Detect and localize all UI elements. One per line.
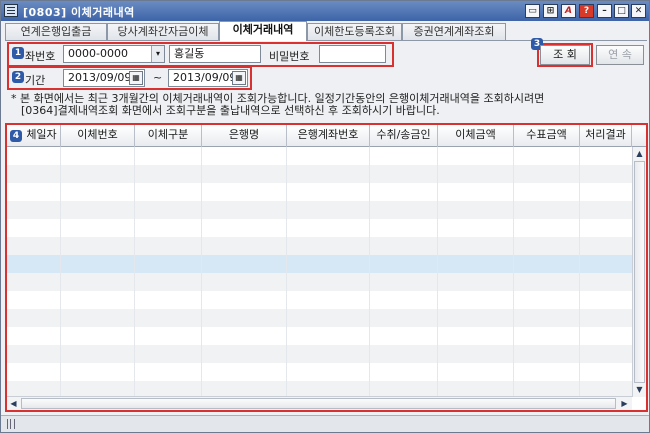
column-divider	[579, 147, 580, 398]
account-holder-field: 홍길동	[169, 45, 261, 63]
table-row[interactable]	[7, 327, 632, 363]
table-row[interactable]	[7, 255, 632, 291]
marker-4: 4	[10, 130, 22, 142]
tab-transfer-limit[interactable]: 이체한도등록조회	[307, 23, 402, 41]
date-to-field[interactable]: 2013/09/09 ▦	[168, 69, 248, 87]
scroll-left-icon[interactable]: ◀	[7, 397, 20, 410]
column-divider	[286, 147, 287, 398]
column-header[interactable]: 체일자	[23, 125, 61, 147]
account-value: 0000-0000	[68, 47, 128, 60]
tab-transfer-history[interactable]: 이체거래내역	[219, 21, 307, 41]
calendar-icon[interactable]: ▦	[129, 71, 143, 85]
table-row[interactable]	[7, 291, 632, 327]
column-divider	[437, 147, 438, 398]
column-divider	[134, 147, 135, 398]
marker-1: 1	[12, 47, 24, 59]
search-button[interactable]: 조 회	[540, 45, 590, 65]
column-divider	[60, 147, 61, 398]
column-header[interactable]: 이체구분	[135, 125, 202, 147]
column-header[interactable]: 수표금액	[514, 125, 580, 147]
horizontal-scrollbar[interactable]: ◀ ▶	[7, 396, 632, 410]
scroll-right-icon[interactable]: ▶	[618, 397, 631, 410]
table-row[interactable]	[7, 183, 632, 219]
column-header[interactable]: 은행명	[202, 125, 287, 147]
date-from-value: 2013/09/09	[68, 71, 132, 84]
table-row[interactable]	[7, 219, 632, 255]
marker-2: 2	[12, 71, 24, 83]
status-bar	[1, 415, 649, 432]
vertical-scrollbar[interactable]: ▲ ▼	[632, 147, 646, 397]
date-from-field[interactable]: 2013/09/09 ▦	[63, 69, 145, 87]
date-separator: ~	[153, 71, 163, 84]
app-window: [0803] 이체거래내역 ▭ ⊞ A ? – □ ✕ 연계은행입출금 당사계좌…	[0, 0, 650, 433]
column-header[interactable]: 처리결과	[580, 125, 632, 147]
password-label: 비밀번호	[269, 50, 310, 63]
table-row[interactable]	[7, 147, 632, 183]
notice-line-2: [0364]결제내역조회 화면에서 조회구분을 출납내역으로 선택하신 후 조회…	[21, 104, 440, 117]
horizontal-scroll-thumb[interactable]	[21, 398, 616, 409]
tab-account-transfer[interactable]: 당사계좌간자금이체	[107, 23, 219, 41]
help-icon[interactable]: ?	[579, 4, 594, 18]
minimize-icon[interactable]: –	[597, 4, 612, 18]
account-label: 좌번호	[25, 50, 56, 63]
row-band	[7, 345, 632, 363]
scroll-up-icon[interactable]: ▲	[633, 147, 646, 161]
next-button[interactable]: 연 속	[596, 45, 644, 65]
title-bar[interactable]: [0803] 이체거래내역 ▭ ⊞ A ? – □ ✕	[1, 1, 649, 21]
font-icon[interactable]: A	[561, 4, 576, 18]
account-holder-value: 홍길동	[174, 47, 205, 60]
password-field[interactable]	[319, 45, 386, 63]
row-band	[7, 237, 632, 255]
grid-header: 4 체일자 이체번호 이체구분 은행명 은행계좌번호 수취/송금인 이체금액 수…	[7, 125, 646, 147]
account-select[interactable]: 0000-0000 ▾	[63, 45, 165, 63]
pin-icon[interactable]: ⊞	[543, 4, 558, 18]
app-icon	[4, 4, 18, 17]
window-title: [0803] 이체거래내역	[23, 6, 135, 19]
row-band	[7, 201, 632, 219]
table-row[interactable]	[7, 363, 632, 399]
chevron-down-icon[interactable]: ▾	[151, 46, 164, 62]
window-icon[interactable]: ▭	[525, 4, 540, 18]
scroll-down-icon[interactable]: ▼	[633, 383, 646, 397]
grip-icon[interactable]	[7, 419, 15, 429]
column-header[interactable]: 은행계좌번호	[287, 125, 370, 147]
column-header[interactable]: 수취/송금인	[370, 125, 438, 147]
tab-divider	[5, 40, 647, 41]
row-band	[7, 309, 632, 327]
date-to-value: 2013/09/09	[173, 71, 237, 84]
period-label: 기간	[25, 74, 46, 87]
row-band	[7, 273, 632, 291]
vertical-scroll-thumb[interactable]	[634, 161, 645, 383]
selected-row-highlight	[7, 255, 632, 273]
maximize-icon[interactable]: □	[614, 4, 629, 18]
column-divider	[513, 147, 514, 398]
column-header[interactable]: 이체번호	[61, 125, 135, 147]
calendar-icon[interactable]: ▦	[232, 71, 246, 85]
tab-linked-bank[interactable]: 연계은행입출금	[5, 23, 107, 41]
column-divider	[201, 147, 202, 398]
column-header[interactable]: 이체금액	[438, 125, 514, 147]
column-divider	[369, 147, 370, 398]
tab-securities-account[interactable]: 증권연계계좌조회	[402, 23, 506, 41]
row-band	[7, 165, 632, 183]
close-icon[interactable]: ✕	[631, 4, 646, 18]
notice-text: * 본 화면에서는 최근 3개월간의 이체거래내역이 조회가능합니다. 일정기간…	[11, 93, 646, 117]
transfer-grid[interactable]: 4 체일자 이체번호 이체구분 은행명 은행계좌번호 수취/송금인 이체금액 수…	[5, 123, 648, 412]
